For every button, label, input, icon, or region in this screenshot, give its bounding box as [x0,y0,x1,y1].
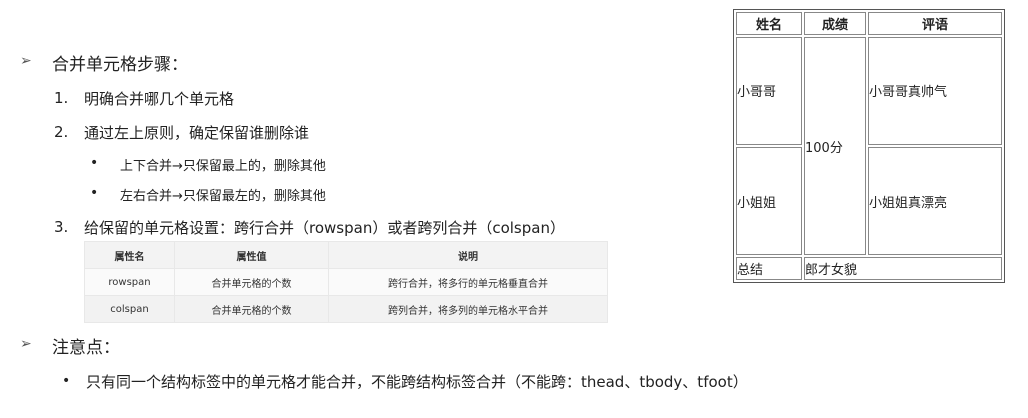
bullet-dot: • [62,373,71,389]
table-header: 姓名 [736,12,802,35]
bullet-dot: • [90,185,99,201]
step-text: 明确合并哪几个单元格 [84,90,235,108]
table-header-row: 属性名 属性值 说明 [84,241,608,269]
table-row: 总结 郎才女貌 [736,257,1002,280]
section-title-merge-steps: 合并单元格步骤： [52,55,188,75]
table-cell: 跨行合并，将多行的单元格垂直合并 [328,268,608,296]
table-cell: 跨列合并，将多列的单元格水平合并 [328,295,608,323]
section-marker: ➢ [20,336,32,352]
table-row: 小哥哥 100分 小哥哥真帅气 [736,36,1002,256]
table-row: rowspan 合并单元格的个数 跨行合并，将多行的单元格垂直合并 [84,268,608,296]
table-header: 属性名 [84,241,175,269]
sub-bullet-text: 上下合并→只保留最上的，删除其他 [120,159,326,174]
attribute-table: 属性名 属性值 说明 rowspan 合并单元格的个数 跨行合并，将多行的单元格… [84,241,608,323]
step-text: 通过左上原则，确定保留谁删除谁 [84,124,310,142]
step-number: 2. [54,123,69,141]
table-header: 成绩 [804,12,866,35]
table-header: 属性值 [174,241,329,269]
sub-bullet-text: 左右合并→只保留最左的，删除其他 [120,189,326,204]
merged-footer-cell: 郎才女貌 [804,257,1002,280]
section-title-notes: 注意点： [52,338,120,358]
step-text: 给保留的单元格设置：跨行合并（rowspan）或者跨列合并（colspan） [84,219,565,237]
table-cell: colspan [84,295,175,323]
merged-score-cell: 100分 [804,36,866,256]
bullet-text: 只有同一个结构标签中的单元格才能合并，不能跨结构标签合并（不能跨：thead、t… [86,373,748,391]
step-number: 3. [54,218,69,236]
table-header: 评语 [868,12,1002,35]
section-marker: ➢ [20,53,32,69]
bullet-dot: • [90,155,99,171]
table-cell: 小哥哥 [736,36,802,145]
table-row: 小姐姐 小姐姐真漂亮 [736,147,1002,256]
table-cell: 小哥哥真帅气 [868,36,1002,145]
step-number: 1. [54,89,69,107]
table-cell: rowspan [84,268,175,296]
table-cell: 总结 [736,257,802,280]
table-cell: 合并单元格的个数 [174,295,329,323]
table-header: 说明 [328,241,608,269]
table-cell: 合并单元格的个数 [174,268,329,296]
table-cell: 小姐姐 [736,147,802,256]
table-row: colspan 合并单元格的个数 跨列合并，将多列的单元格水平合并 [84,295,608,323]
table-header-row: 姓名 成绩 评语 [736,12,1002,35]
demo-merged-table: 姓名 成绩 评语 小哥哥 100分 小哥哥真帅气 小姐姐 小姐姐真漂亮 总结 郎… [733,9,1005,283]
table-cell: 小姐姐真漂亮 [868,147,1002,256]
